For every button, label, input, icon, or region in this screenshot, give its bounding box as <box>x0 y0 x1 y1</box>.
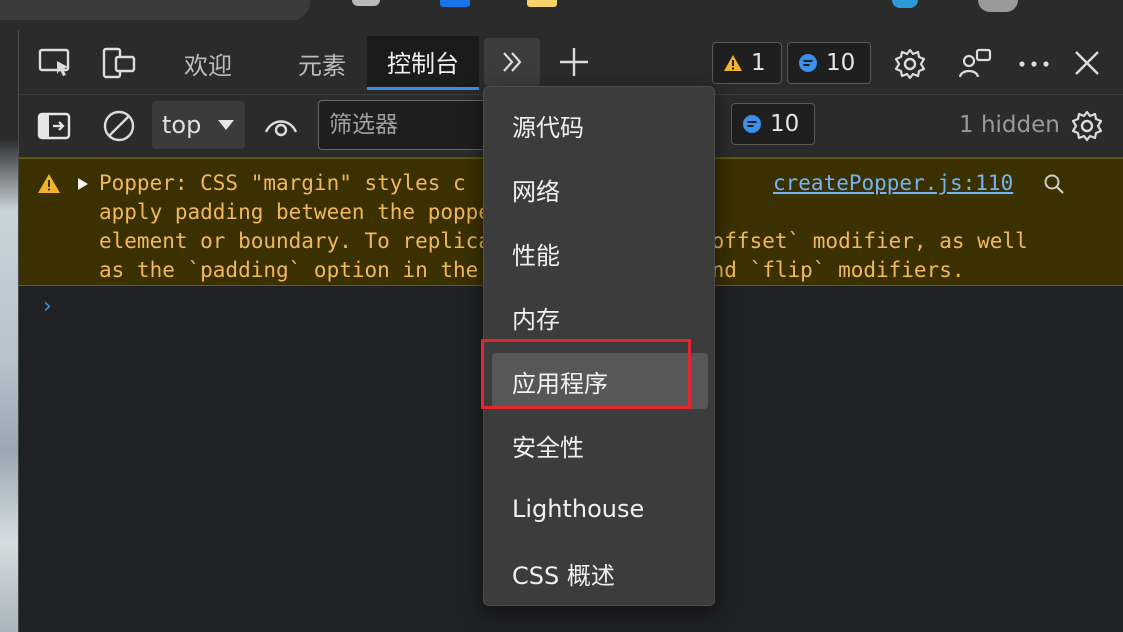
search-icon[interactable] <box>1043 173 1065 195</box>
extension-icon[interactable] <box>352 0 380 6</box>
messages-badge[interactable]: 10 <box>787 42 871 84</box>
tab-welcome[interactable]: 欢迎 <box>165 36 251 90</box>
menu-item-performance[interactable]: 性能 <box>492 225 708 281</box>
more-tabs-chevron-icon[interactable] <box>484 38 540 86</box>
expand-triangle-icon[interactable] <box>77 177 89 191</box>
warning-icon <box>38 174 60 193</box>
add-tab-plus-icon[interactable] <box>557 44 591 80</box>
console-prompt-chevron-icon[interactable]: › <box>43 294 52 319</box>
profile-avatar[interactable] <box>978 0 1018 12</box>
warnings-badge[interactable]: 1 <box>712 42 782 84</box>
source-link[interactable]: createPopper.js:110 <box>773 169 1013 198</box>
menu-item-css-overview[interactable]: CSS 概述 <box>492 545 708 601</box>
close-icon[interactable] <box>1071 47 1103 79</box>
live-expression-eye-icon[interactable] <box>263 110 299 142</box>
menu-item-memory[interactable]: 内存 <box>492 289 708 345</box>
message-icon <box>799 54 817 72</box>
warnings-count: 1 <box>751 50 766 76</box>
message-icon <box>743 115 761 133</box>
settings-gear-icon[interactable] <box>891 45 929 83</box>
chevron-down-icon <box>218 120 234 130</box>
device-emulation-icon[interactable] <box>101 46 137 80</box>
menu-item-application[interactable]: 应用程序 <box>492 353 708 409</box>
more-options-icon[interactable] <box>1015 45 1053 83</box>
menu-item-network[interactable]: 网络 <box>492 161 708 217</box>
console-settings-gear-icon[interactable] <box>1069 108 1105 144</box>
filter-input[interactable] <box>318 100 488 150</box>
clear-console-icon[interactable] <box>101 108 137 144</box>
tab-console[interactable]: 控制台 <box>367 36 479 90</box>
hidden-messages-count: 1 hidden <box>959 112 1060 138</box>
javascript-context-select[interactable]: top <box>152 101 245 149</box>
toggle-sidebar-icon[interactable] <box>37 110 71 142</box>
browser-toolbar-strip <box>0 0 1123 30</box>
feedback-icon[interactable] <box>956 45 994 83</box>
inspect-element-icon[interactable] <box>37 46 73 80</box>
warning-icon <box>724 55 742 71</box>
extension-icon[interactable] <box>440 0 470 7</box>
edge-icon[interactable] <box>892 0 918 8</box>
tab-elements[interactable]: 元素 <box>279 36 365 90</box>
context-value: top <box>162 111 202 139</box>
collections-icon[interactable] <box>527 0 557 7</box>
menu-item-lighthouse[interactable]: Lighthouse <box>492 481 708 537</box>
messages-count: 10 <box>826 50 856 76</box>
address-bar[interactable] <box>0 0 310 20</box>
menu-item-security[interactable]: 安全性 <box>492 417 708 473</box>
warning-text-right: e `offset` modifier, as well and `flip` … <box>699 200 1028 282</box>
console-messages-badge[interactable]: 10 <box>731 103 815 145</box>
more-tools-menu: 源代码 网络 性能 内存 应用程序 安全性 Lighthouse CSS 概述 <box>483 86 715 606</box>
page-content-sliver <box>0 30 19 632</box>
console-messages-count: 10 <box>770 111 800 137</box>
menu-item-sources[interactable]: 源代码 <box>492 97 708 153</box>
